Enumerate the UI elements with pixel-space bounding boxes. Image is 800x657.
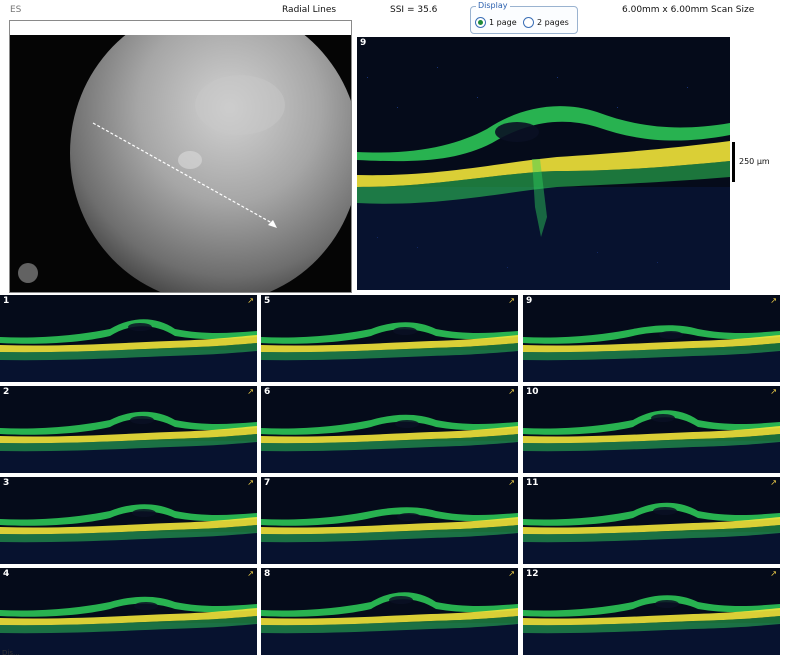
- scan-orientation-arrow-icon: ↗: [508, 478, 515, 487]
- thumbnail-scan-number: 8: [264, 569, 271, 579]
- scan-orientation-arrow-icon: ↗: [247, 478, 254, 487]
- thumbnail-scan-number: 12: [526, 569, 539, 579]
- bscan-thumbnail[interactable]: 3 ↗: [0, 477, 257, 564]
- thumbnail-scan-number: 6: [264, 387, 271, 397]
- fundus-image[interactable]: [10, 35, 351, 292]
- scan-size-label: 6.00mm x 6.00mm Scan Size: [622, 5, 755, 15]
- scan-orientation-arrow-icon: ↗: [247, 387, 254, 396]
- bscan-thumbnail[interactable]: 1 ↗: [0, 295, 257, 382]
- thumbnail-scan-number: 4: [3, 569, 10, 579]
- bscan-thumbnail[interactable]: 9 ↗: [523, 295, 780, 382]
- bscan-thumbnail[interactable]: 6 ↗: [261, 386, 518, 473]
- radio-selected-icon[interactable]: [475, 17, 486, 28]
- scan-orientation-arrow-icon: ↗: [508, 296, 515, 305]
- thumbnail-scan-number: 9: [526, 296, 533, 306]
- display-option-2-pages[interactable]: 2 pages: [523, 17, 569, 28]
- scan-orientation-arrow-icon: ↗: [770, 387, 777, 396]
- scale-bar: [732, 142, 735, 182]
- thumbnail-scan-number: 1: [3, 296, 10, 306]
- main-scan-number: 9: [360, 38, 367, 48]
- thumbnail-scan-number: 5: [264, 296, 271, 306]
- fundus-title-bar: [10, 21, 351, 36]
- scan-orientation-arrow-icon: ↗: [770, 478, 777, 487]
- scale-bar-label: 250 µm: [739, 157, 770, 166]
- main-bscan-panel[interactable]: 9: [357, 37, 730, 290]
- thumbnail-scan-number: 3: [3, 478, 10, 488]
- scan-orientation-arrow-icon: ↗: [770, 296, 777, 305]
- display-options-group: Display 1 page 2 pages: [470, 1, 578, 34]
- bscan-thumbnail[interactable]: 11 ↗: [523, 477, 780, 564]
- scan-orientation-arrow-icon: ↗: [770, 569, 777, 578]
- footer-text: Dis...: [2, 649, 20, 657]
- bscan-thumbnail[interactable]: 4 ↗: [0, 568, 257, 655]
- bscan-thumbnail[interactable]: 5 ↗: [261, 295, 518, 382]
- ssi-label: SSI = 35.6: [390, 5, 438, 15]
- thumbnail-scan-number: 2: [3, 387, 10, 397]
- display-option-label: 1 page: [489, 18, 517, 27]
- thumbnail-scan-number: 10: [526, 387, 539, 397]
- radio-unselected-icon[interactable]: [523, 17, 534, 28]
- bscan-thumbnail[interactable]: 2 ↗: [0, 386, 257, 473]
- bscan-thumbnail[interactable]: 8 ↗: [261, 568, 518, 655]
- scan-pattern-label: Radial Lines: [282, 5, 337, 15]
- header-left-fragment: ES: [10, 5, 22, 15]
- display-legend: Display: [476, 1, 510, 10]
- display-option-1-page[interactable]: 1 page: [475, 17, 517, 28]
- display-option-label: 2 pages: [537, 18, 569, 27]
- thumbnail-scan-number: 7: [264, 478, 271, 488]
- scan-orientation-arrow-icon: ↗: [247, 296, 254, 305]
- bscan-thumbnail[interactable]: 10 ↗: [523, 386, 780, 473]
- bscan-thumbnail[interactable]: 12 ↗: [523, 568, 780, 655]
- scan-orientation-arrow-icon: ↗: [508, 387, 515, 396]
- scan-orientation-arrow-icon: ↗: [247, 569, 254, 578]
- fundus-image-panel[interactable]: [9, 20, 352, 293]
- main-bscan-image[interactable]: [357, 37, 730, 290]
- thumbnail-scan-number: 11: [526, 478, 539, 488]
- scan-orientation-arrow-icon: ↗: [508, 569, 515, 578]
- bscan-thumbnail[interactable]: 7 ↗: [261, 477, 518, 564]
